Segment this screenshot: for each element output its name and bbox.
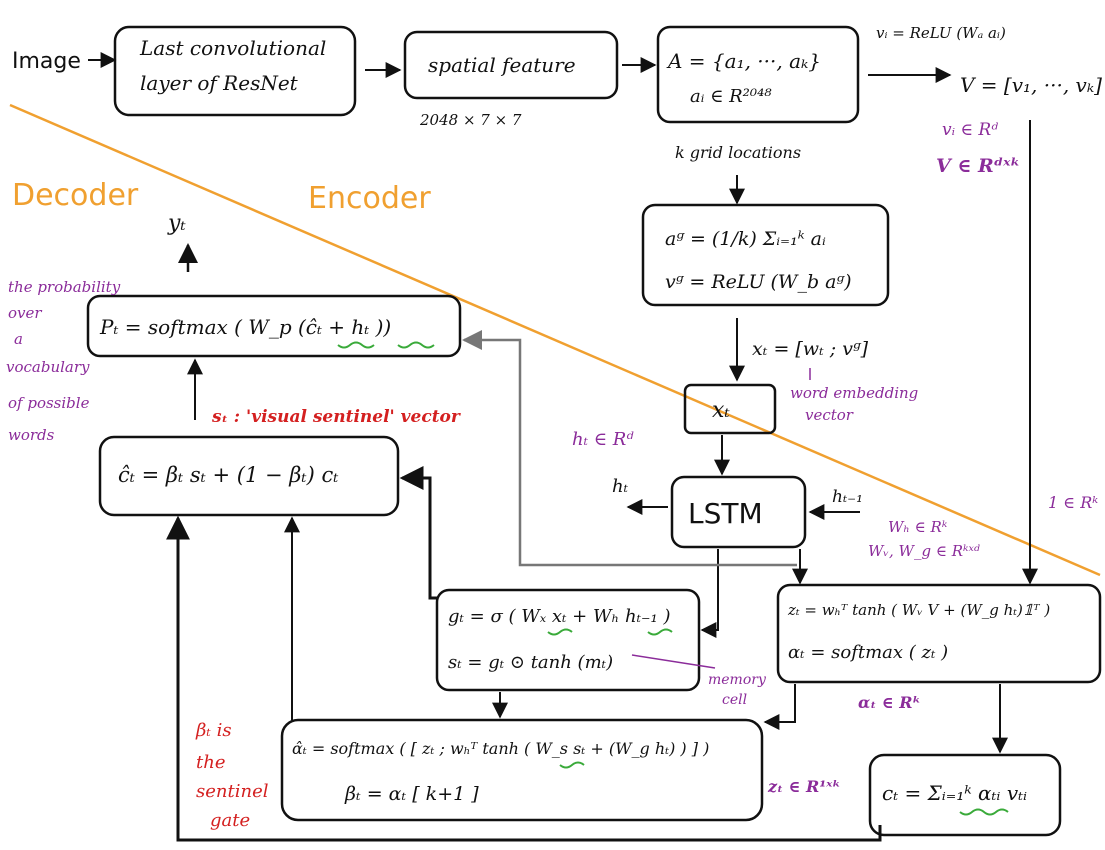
attention-box (776, 583, 1102, 684)
ct-text: cₜ = Σᵢ₌₁ᵏ αₜᵢ vₜᵢ (882, 781, 1027, 805)
decoder-label: Decoder (12, 178, 139, 213)
gt-text: gₜ = σ ( Wₓ xₜ + Wₕ hₜ₋₁ ) (448, 606, 670, 627)
wv-in-text: Wᵥ, W_g ∈ Rᵏˣᵈ (868, 542, 980, 560)
prob-2: over (8, 304, 42, 322)
xt-def-text: xₜ = [wₜ ; vᵍ] (752, 338, 869, 360)
grid-text: k grid locations (675, 143, 801, 162)
encoder-label: Encoder (308, 181, 431, 216)
memory-2: cell (722, 692, 747, 708)
prob-5: of possible (8, 394, 90, 412)
a-set-text: A = {a₁, ···, aₖ} (666, 49, 821, 73)
underline-ct-sum (959, 808, 1009, 816)
beta-note-4: gate (210, 810, 250, 831)
underline-ht (397, 341, 435, 349)
pt-text: Pₜ = softmax ( W_p (ĉₜ + hₜ )) (99, 315, 391, 339)
beta-note-2: the (196, 752, 225, 773)
image-label: Image (12, 49, 81, 74)
word-emb-1: word embedding (790, 384, 918, 402)
lstm-text: LSTM (688, 497, 763, 530)
V-text: V = [v₁, ···, vₖ] (960, 73, 1102, 97)
V-in-text: V ∈ Rᵈˣᵏ (936, 155, 1020, 177)
xt-text: xₜ (712, 398, 730, 423)
ct-hat-text: ĉₜ = βₜ sₜ + (1 − βₜ) cₜ (118, 463, 338, 487)
arrow-lstm-sentinel (700, 549, 719, 638)
dims-text: 2048 × 7 × 7 (419, 111, 522, 129)
underline-st (559, 761, 585, 769)
st-label-text: sₜ : 'visual sentinel' vector (211, 407, 461, 427)
underline-ct-hat (337, 341, 375, 349)
arrow-sentinel-cthat (399, 466, 437, 600)
prob-3: a (14, 330, 23, 348)
spatial-feature-text: spatial feature (428, 53, 576, 77)
wh-in-text: Wₕ ∈ Rᵏ (888, 518, 948, 536)
alpha-hat-text: α̂ₜ = softmax ( [ zₜ ; wₕᵀ tanh ( W_s sₜ… (292, 739, 709, 758)
vi-relu-text: vᵢ = ReLU (Wₐ aᵢ) (876, 24, 1006, 42)
arrow-attention-alphahat (763, 684, 796, 730)
a-in-text: aᵢ ∈ R²⁰⁴⁸ (690, 86, 772, 107)
prob-6: words (8, 426, 55, 444)
vi-in-text: vᵢ ∈ Rᵈ (942, 120, 998, 140)
zt-in-text: zₜ ∈ R¹ˣᵏ (767, 777, 841, 796)
sentinel-box (435, 588, 701, 692)
st-text: sₜ = gₜ ⊙ tanh (mₜ) (448, 652, 613, 673)
prob-4: vocabulary (6, 358, 90, 376)
memory-1: memory (708, 672, 767, 688)
beta-text: βₜ = αₜ [ k+1 ] (344, 783, 479, 805)
zt-text: zₜ = wₕᵀ tanh ( Wᵥ V + (W_g hₜ)𝟙ᵀ ) (787, 601, 1050, 619)
underline-xt (547, 628, 573, 636)
htm1-text: hₜ₋₁ (832, 487, 863, 507)
memory-cell-pointer (631, 654, 716, 669)
word-emb-2: vector (805, 406, 854, 424)
alpha-hat-box (280, 718, 764, 822)
beta-note-1: βₜ is (195, 720, 232, 741)
alpha-in-text: αₜ ∈ Rᵏ (858, 693, 921, 712)
a-set-box (656, 25, 860, 124)
prob-1: the probability (8, 278, 121, 296)
alpha-text: αₜ = softmax ( zₜ ) (788, 642, 948, 663)
beta-note-3: sentinel (196, 781, 269, 802)
resnet-line1: Last convolutional (139, 36, 326, 60)
ag-text: aᵍ = (1/k) Σᵢ₌₁ᵏ aᵢ (665, 228, 826, 250)
ones-text: 1 ∈ Rᵏ (1048, 493, 1098, 512)
underline-ht1 (647, 628, 673, 636)
resnet-line2: layer of ResNet (140, 71, 299, 95)
ht-out-text: hₜ (612, 476, 629, 497)
yt-text: yₜ (167, 211, 186, 236)
diagram-canvas: Image Last convolutional layer of ResNet… (6, 24, 1102, 842)
xt-box (683, 383, 777, 435)
vg-text: vᵍ = ReLU (W_b aᵍ) (665, 271, 852, 293)
ht-in-text: hₜ ∈ Rᵈ (572, 429, 634, 450)
